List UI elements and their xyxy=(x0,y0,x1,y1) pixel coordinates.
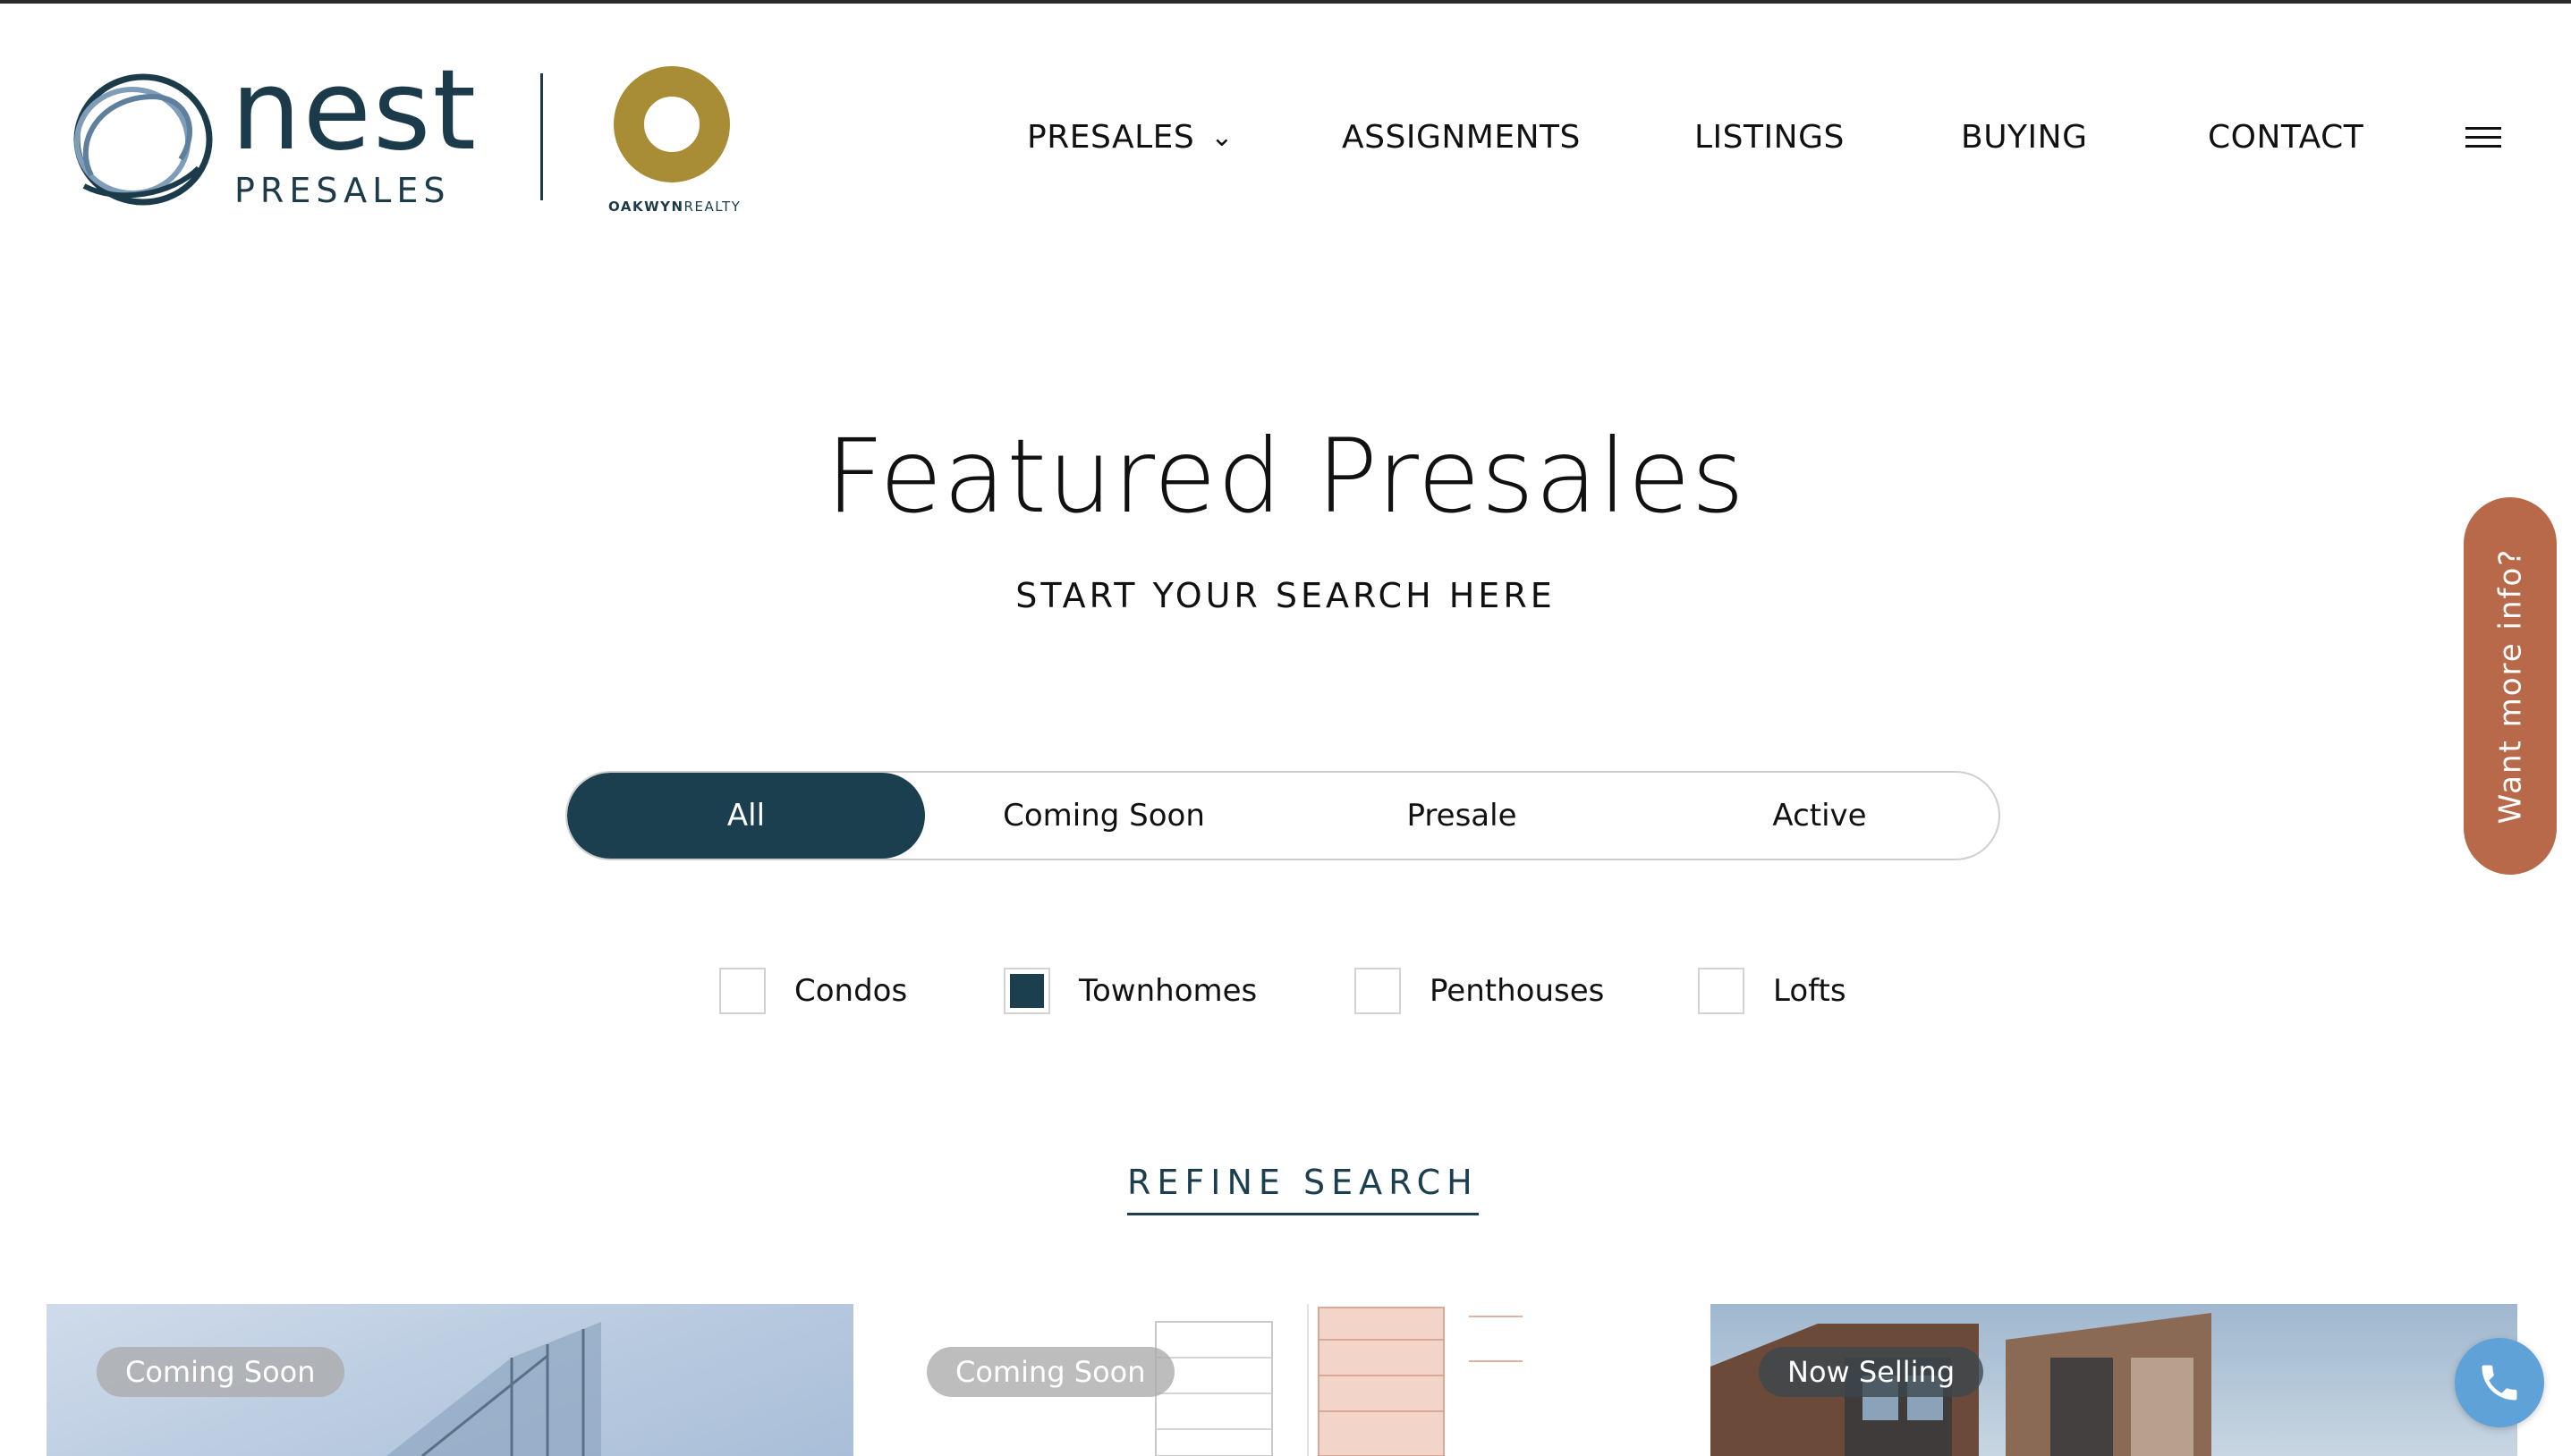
top-border xyxy=(0,0,2571,4)
want-more-info-label: Want more info? xyxy=(2492,547,2529,825)
logo-divider xyxy=(540,73,543,200)
status-badge: Now Selling xyxy=(1759,1347,1984,1397)
checkbox-penthouses[interactable]: Penthouses xyxy=(1354,968,1604,1014)
hamburger-icon[interactable] xyxy=(2465,127,2501,150)
nav-presales-label: PRESALES xyxy=(1027,119,1195,156)
nav-presales[interactable]: PRESALES ⌄ xyxy=(1027,116,1234,159)
page-title: Featured Presales xyxy=(825,417,1746,536)
want-more-info-tab[interactable]: Want more info? xyxy=(2464,497,2557,875)
filter-coming-soon-button[interactable]: Coming Soon xyxy=(925,773,1283,859)
filter-all-button[interactable]: All xyxy=(567,773,925,859)
phone-icon xyxy=(2482,1365,2517,1401)
listing-card[interactable]: Coming Soon xyxy=(47,1304,853,1456)
checkbox-penthouses-label: Penthouses xyxy=(1430,973,1605,1009)
refine-search-link[interactable]: REFINE SEARCH xyxy=(1127,1163,1479,1215)
logo-wordmark: nest xyxy=(231,47,479,175)
nav-buying[interactable]: BUYING xyxy=(1961,116,2087,159)
filter-presale-button[interactable]: Presale xyxy=(1283,773,1641,859)
checkbox-condos-box[interactable] xyxy=(719,968,766,1014)
checkbox-townhomes-box[interactable] xyxy=(1004,968,1050,1014)
checkbox-townhomes-label: Townhomes xyxy=(1079,973,1258,1009)
page-subtitle: START YOUR SEARCH HERE xyxy=(1015,576,1556,615)
checkbox-townhomes[interactable]: Townhomes xyxy=(1004,968,1257,1014)
status-badge: Coming Soon xyxy=(97,1347,344,1397)
nav-assignments[interactable]: ASSIGNMENTS xyxy=(1342,116,1581,159)
status-badge: Coming Soon xyxy=(927,1347,1175,1397)
checkbox-lofts-label: Lofts xyxy=(1773,973,1846,1009)
checkbox-penthouses-box[interactable] xyxy=(1354,968,1401,1014)
chevron-down-icon: ⌄ xyxy=(1210,122,1234,153)
phone-call-button[interactable] xyxy=(2455,1338,2544,1427)
oakwyn-logo-icon xyxy=(614,66,730,182)
logo-subtitle: PRESALES xyxy=(234,171,451,210)
nav-contact[interactable]: CONTACT xyxy=(2208,116,2363,159)
checkbox-lofts-box[interactable] xyxy=(1698,968,1744,1014)
checkbox-condos-label: Condos xyxy=(794,973,908,1009)
oakwyn-wordmark: OAKWYNREALTY xyxy=(608,199,742,215)
status-filter: All Coming Soon Presale Active xyxy=(565,771,2000,860)
site-logo[interactable]: nest PRESALES OAKWYNREALTY xyxy=(64,55,744,224)
nest-swirl-icon xyxy=(73,73,213,206)
nav-listings[interactable]: LISTINGS xyxy=(1694,116,1845,159)
listing-card[interactable]: Coming Soon xyxy=(878,1304,1685,1456)
listing-card[interactable]: Now Selling xyxy=(1710,1304,2517,1456)
checkbox-lofts[interactable]: Lofts xyxy=(1698,968,1846,1014)
filter-active-button[interactable]: Active xyxy=(1641,773,1998,859)
checkbox-condos[interactable]: Condos xyxy=(719,968,907,1014)
